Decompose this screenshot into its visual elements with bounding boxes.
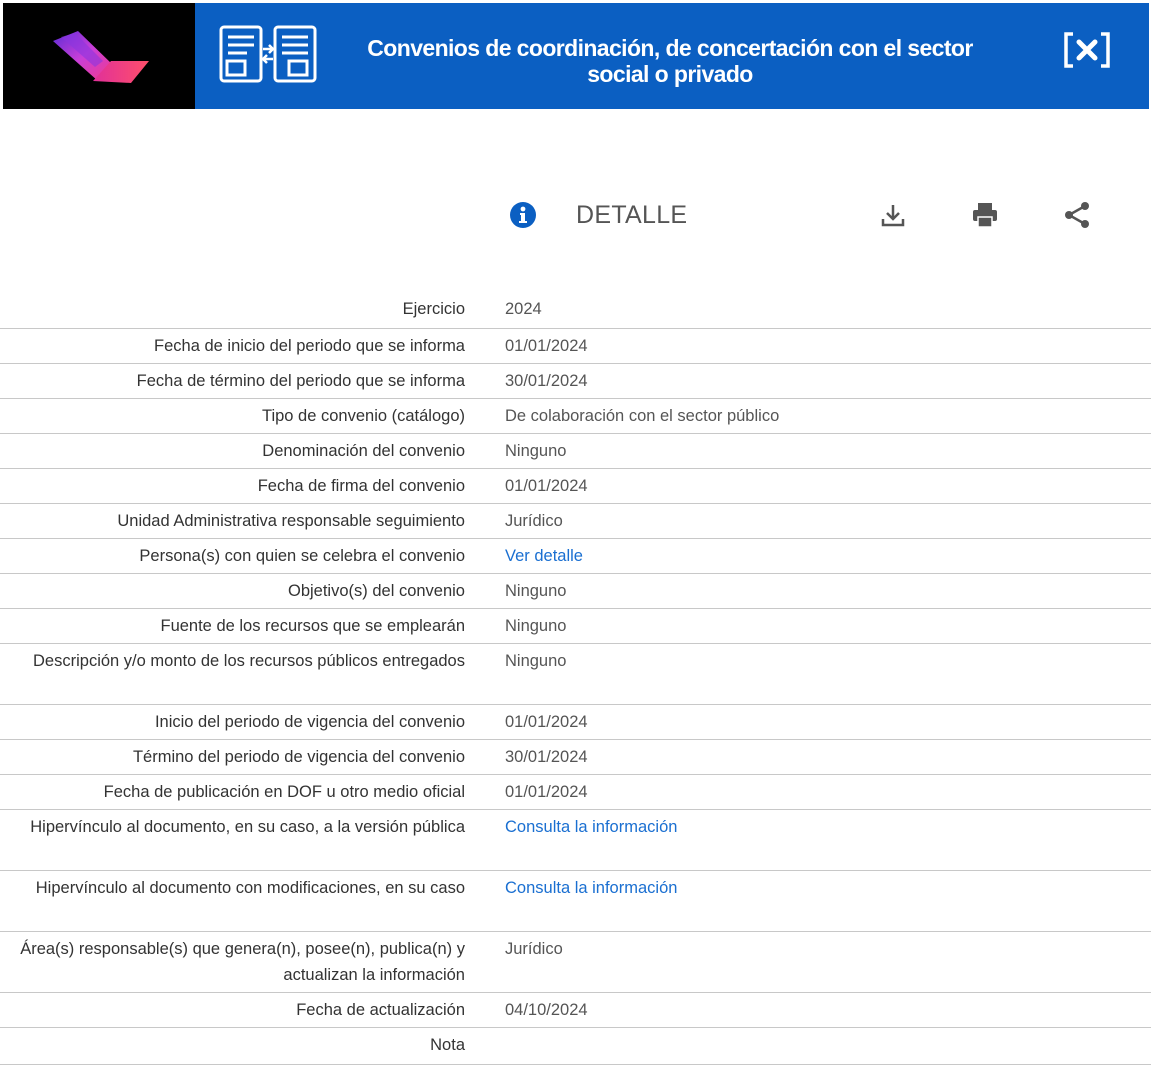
row-label: Área(s) responsable(s) que genera(n), po…: [20, 940, 465, 984]
print-icon[interactable]: [969, 199, 1001, 231]
row-label: Nota: [430, 1036, 465, 1054]
row-value: [465, 1028, 1151, 1064]
detail-row-termino-vigencia: Término del periodo de vigencia del conv…: [0, 740, 1151, 775]
row-value: Jurídico: [505, 512, 563, 530]
page-title-line-1: Convenios de coordinación, de concertaci…: [367, 35, 973, 61]
row-value: Jurídico: [505, 940, 563, 958]
row-label: Persona(s) con quien se celebra el conve…: [139, 547, 465, 565]
detail-row-descripcion-monto: Descripción y/o monto de los recursos pú…: [0, 644, 1151, 705]
header-banner: Convenios de coordinación, de concertaci…: [3, 3, 1149, 109]
row-label: Hipervínculo al documento, en su caso, a…: [30, 818, 465, 836]
detail-row-fecha-actualizacion: Fecha de actualización 04/10/2024: [0, 993, 1151, 1028]
row-label: Fecha de firma del convenio: [257, 477, 465, 495]
row-value: 01/01/2024: [505, 337, 588, 355]
detail-row-hipervinculo-modificaciones: Hipervínculo al documento con modificaci…: [0, 871, 1151, 932]
page-title-line-2: social o privado: [587, 61, 753, 87]
close-icon[interactable]: [1063, 31, 1111, 69]
row-value: 01/01/2024: [505, 713, 588, 731]
detail-row-areas-responsables: Área(s) responsable(s) que genera(n), po…: [0, 932, 1151, 993]
detail-row-inicio-vigencia: Inicio del periodo de vigencia del conve…: [0, 705, 1151, 740]
row-value: 01/01/2024: [505, 477, 588, 495]
row-label: Ejercicio: [402, 300, 465, 318]
row-value: 2024: [505, 300, 542, 318]
detail-row-fecha-termino-periodo: Fecha de término del periodo que se info…: [0, 364, 1151, 399]
row-value: Ninguno: [505, 442, 567, 460]
row-value: 01/01/2024: [505, 783, 588, 801]
row-value: De colaboración con el sector público: [505, 407, 780, 425]
ver-detalle-link[interactable]: Ver detalle: [465, 539, 1151, 573]
row-label: Tipo de convenio (catálogo): [261, 407, 465, 425]
agreements-exchange-icon: [219, 25, 317, 83]
row-label: Objetivo(s) del convenio: [287, 582, 465, 600]
row-label: Término del periodo de vigencia del conv…: [132, 748, 465, 766]
detail-row-tipo-convenio: Tipo de convenio (catálogo) De colaborac…: [0, 399, 1151, 434]
detail-row-unidad-administrativa: Unidad Administrativa responsable seguim…: [0, 504, 1151, 539]
row-label: Fecha de término del periodo que se info…: [136, 372, 465, 390]
download-icon[interactable]: [877, 199, 909, 231]
row-value: Ninguno: [505, 617, 567, 635]
detail-row-objetivos: Objetivo(s) del convenio Ninguno: [0, 574, 1151, 609]
row-label: Fuente de los recursos que se emplearán: [160, 617, 465, 635]
row-value: Ninguno: [505, 582, 567, 600]
row-value: Ninguno: [505, 652, 567, 670]
detail-row-denominacion: Denominación del convenio Ninguno: [0, 434, 1151, 469]
detail-toolbar: DETALLE: [0, 195, 1151, 235]
detail-row-fuente-recursos: Fuente de los recursos que se emplearán …: [0, 609, 1151, 644]
section-title: DETALLE: [576, 201, 688, 229]
detail-row-fecha-firma: Fecha de firma del convenio 01/01/2024: [0, 469, 1151, 504]
info-icon: [510, 202, 536, 228]
detail-table: Ejercicio 2024 Fecha de inicio del perio…: [0, 292, 1151, 1065]
row-value: 30/01/2024: [505, 748, 588, 766]
row-label: Fecha de publicación en DOF u otro medio…: [103, 783, 465, 801]
row-label: Denominación del convenio: [262, 442, 465, 460]
row-label: Inicio del periodo de vigencia del conve…: [154, 713, 465, 731]
page-title: Convenios de coordinación, de concertaci…: [345, 35, 995, 87]
detail-row-fecha-inicio-periodo: Fecha de inicio del periodo que se infor…: [0, 329, 1151, 364]
row-label: Unidad Administrativa responsable seguim…: [117, 512, 465, 530]
consulta-informacion-link[interactable]: Consulta la información: [465, 871, 1151, 931]
consulta-informacion-link[interactable]: Consulta la información: [465, 810, 1151, 870]
detail-row-fecha-publicacion: Fecha de publicación en DOF u otro medio…: [0, 775, 1151, 810]
detail-row-nota: Nota: [0, 1028, 1151, 1065]
brand-logo: [3, 3, 195, 109]
row-label: Hipervínculo al documento con modificaci…: [35, 879, 465, 897]
row-label: Fecha de inicio del periodo que se infor…: [154, 337, 465, 355]
row-value: 30/01/2024: [505, 372, 588, 390]
detail-row-personas: Persona(s) con quien se celebra el conve…: [0, 539, 1151, 574]
title-bar: Convenios de coordinación, de concertaci…: [195, 3, 1149, 109]
row-value: 04/10/2024: [505, 1001, 588, 1019]
detail-row-ejercicio: Ejercicio 2024: [0, 292, 1151, 329]
detail-row-hipervinculo-version-publica: Hipervínculo al documento, en su caso, a…: [0, 810, 1151, 871]
row-label: Fecha de actualización: [296, 1001, 465, 1019]
row-label: Descripción y/o monto de los recursos pú…: [33, 652, 465, 670]
share-icon[interactable]: [1061, 199, 1093, 231]
